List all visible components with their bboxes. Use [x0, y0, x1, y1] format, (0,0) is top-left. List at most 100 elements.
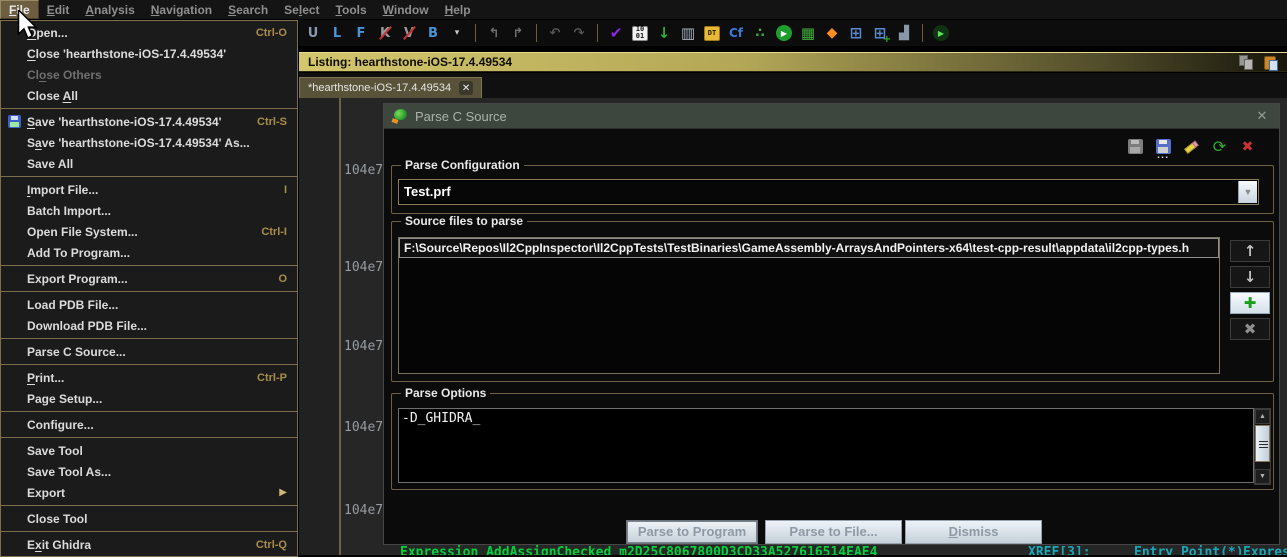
- dialog-toolbar: ... ⟳ ✖: [1126, 137, 1257, 156]
- format-l-icon[interactable]: L: [327, 23, 347, 43]
- menu-item-page-setup[interactable]: Page Setup...: [1, 388, 297, 409]
- menu-item-batch-import[interactable]: Batch Import...: [1, 200, 297, 221]
- parse-to-program-button[interactable]: Parse to Program: [626, 520, 758, 544]
- debug-run-icon[interactable]: ▶: [931, 23, 951, 43]
- import-green-arrow-icon[interactable]: ↓: [654, 23, 674, 43]
- menu-edit[interactable]: Edit: [39, 0, 78, 19]
- format-v-disabled-icon[interactable]: V: [399, 23, 419, 43]
- close-tab-icon[interactable]: ✕: [459, 81, 473, 95]
- menu-item-print[interactable]: Print...Ctrl-P: [1, 367, 297, 388]
- save-floppy-icon: [8, 115, 21, 128]
- menu-item-configure[interactable]: Configure...: [1, 414, 297, 435]
- menu-select[interactable]: Select: [276, 0, 327, 19]
- menu-item-icon-slot: [7, 67, 27, 83]
- format-b-icon[interactable]: B: [423, 23, 443, 43]
- format-k-disabled-icon[interactable]: K: [375, 23, 395, 43]
- validate-icon[interactable]: ✔: [606, 23, 626, 43]
- move-down-button[interactable]: ↓: [1230, 266, 1270, 288]
- refresh-icon[interactable]: ⟳: [1210, 137, 1229, 156]
- menu-item-save-hearthstone-ios-17-4-49534-as[interactable]: Save 'hearthstone-iOS-17.4.49534' As...: [1, 132, 297, 153]
- nav-out-icon[interactable]: ↱: [508, 23, 528, 43]
- table-add-icon[interactable]: ⊞+: [870, 23, 890, 43]
- menu-item-close-tool[interactable]: Close Tool: [1, 508, 297, 529]
- menu-item-label: Add To Program...: [27, 246, 130, 260]
- menu-item-parse-c-source[interactable]: Parse C Source...: [1, 341, 297, 362]
- scroll-up-icon[interactable]: ▲: [1255, 409, 1270, 424]
- add-file-button[interactable]: ✚: [1230, 292, 1270, 314]
- menu-item-label: Close All: [27, 89, 78, 103]
- menu-item-exit-ghidra[interactable]: Exit GhidraCtrl-Q: [1, 534, 297, 555]
- filmstrip-icon[interactable]: ▥: [678, 23, 698, 43]
- menu-item-icon-slot: [7, 318, 27, 334]
- run-icon[interactable]: ▶: [774, 23, 794, 43]
- menu-item-export-program[interactable]: Export Program...O: [1, 268, 297, 289]
- data-type-manager-icon[interactable]: DT: [702, 23, 722, 43]
- parse-configuration-combobox[interactable]: Test.prf ▼: [398, 179, 1259, 205]
- menu-item-download-pdb-file[interactable]: Download PDB File...: [1, 315, 297, 336]
- undo-icon[interactable]: ↶: [545, 23, 565, 43]
- menu-item-close-all[interactable]: Close All: [1, 85, 297, 106]
- menu-window[interactable]: Window: [375, 0, 437, 19]
- save-profile-icon[interactable]: [1126, 137, 1145, 156]
- copy-icon[interactable]: [1239, 55, 1255, 71]
- tab-hearthstone[interactable]: *hearthstone-iOS-17.4.49534 ✕: [299, 77, 482, 98]
- save-profile-icon-glyph: [1128, 139, 1143, 154]
- redo-icon[interactable]: ↷: [569, 23, 589, 43]
- parse-options-textarea[interactable]: -D_GHIDRA_ ▲ ▼: [398, 408, 1254, 483]
- nav-in-icon[interactable]: ↰: [484, 23, 504, 43]
- move-up-button[interactable]: ↑: [1230, 240, 1270, 262]
- listing-bottom-text: Entry Point(*): [1134, 545, 1244, 555]
- dropdown-caret-icon[interactable]: ▾: [447, 23, 467, 43]
- menu-separator: [1, 108, 297, 109]
- scrollbar-thumb[interactable]: [1255, 425, 1270, 462]
- menu-item-save-tool[interactable]: Save Tool: [1, 440, 297, 461]
- binary-codes-icon[interactable]: 1001: [630, 23, 650, 43]
- table-view-icon[interactable]: ⊞: [846, 23, 866, 43]
- dismiss-button[interactable]: Dismiss: [905, 520, 1042, 544]
- menu-item-add-to-program[interactable]: Add To Program...: [1, 242, 297, 263]
- parse-to-file-button[interactable]: Parse to File...: [765, 520, 902, 544]
- menu-item-close-hearthstone-ios-17-4-49534[interactable]: Close 'hearthstone-iOS-17.4.49534': [1, 43, 297, 64]
- combo-dropdown-icon[interactable]: ▼: [1238, 181, 1257, 203]
- menu-item-open-file-system[interactable]: Open File System...Ctrl-I: [1, 221, 297, 242]
- chart-icon[interactable]: ▟: [894, 23, 914, 43]
- diamond-icon[interactable]: ◆: [822, 23, 842, 43]
- menu-item-export[interactable]: Export▶: [1, 482, 297, 503]
- source-file-row[interactable]: F:\Source\Repos\Il2CppInspector\Il2CppTe…: [399, 238, 1219, 258]
- menu-item-load-pdb-file[interactable]: Load PDB File...: [1, 294, 297, 315]
- menu-search[interactable]: Search: [220, 0, 276, 19]
- menu-item-save-hearthstone-ios-17-4-49534[interactable]: Save 'hearthstone-iOS-17.4.49534'Ctrl-S: [1, 111, 297, 132]
- menu-item-shortcut: Ctrl-Q: [242, 539, 287, 551]
- save-profile-as-icon[interactable]: ...: [1154, 137, 1173, 156]
- menu-item-save-all[interactable]: Save All: [1, 153, 297, 174]
- source-files-list[interactable]: F:\Source\Repos\Il2CppInspector\Il2CppTe…: [398, 237, 1220, 374]
- submenu-arrow-icon: ▶: [279, 487, 287, 498]
- menu-analysis[interactable]: Analysis: [77, 0, 142, 19]
- c-parser-icon[interactable]: Cf: [726, 23, 746, 43]
- call-graph-icon[interactable]: ∴: [750, 23, 770, 43]
- menu-item-label: Page Setup...: [27, 392, 102, 406]
- listing-bottom-text: XREF[3]:: [1028, 545, 1091, 555]
- menu-help[interactable]: Help: [437, 0, 479, 19]
- dialog-close-icon[interactable]: ✕: [1253, 109, 1271, 124]
- menu-item-label: Close Others: [27, 68, 102, 82]
- listing-title: Listing: hearthstone-iOS-17.4.49534: [299, 53, 1287, 72]
- format-f-icon[interactable]: F: [351, 23, 371, 43]
- memory-map-icon[interactable]: ▦: [798, 23, 818, 43]
- menu-navigation[interactable]: Navigation: [143, 0, 220, 19]
- dialog-titlebar[interactable]: Parse C Source ✕: [384, 104, 1279, 129]
- scroll-down-icon[interactable]: ▼: [1255, 469, 1270, 484]
- menu-item-icon-slot: [7, 537, 27, 553]
- parse-options-scrollbar[interactable]: ▲ ▼: [1254, 408, 1271, 485]
- delete-profile-icon[interactable]: ✖: [1238, 137, 1257, 156]
- format-u-icon[interactable]: U: [303, 23, 323, 43]
- menu-tools[interactable]: Tools: [328, 0, 375, 19]
- remove-file-button[interactable]: ✖: [1230, 318, 1270, 340]
- clear-profile-icon[interactable]: [1182, 137, 1201, 156]
- paste-icon[interactable]: [1263, 55, 1279, 71]
- menu-item-import-file[interactable]: Import File...I: [1, 179, 297, 200]
- menu-item-open[interactable]: Open...Ctrl-O: [1, 22, 297, 43]
- listing-address: 104e7: [344, 420, 383, 435]
- menubar: FileEditAnalysisNavigationSearchSelectTo…: [0, 0, 1287, 20]
- menu-item-save-tool-as[interactable]: Save Tool As...: [1, 461, 297, 482]
